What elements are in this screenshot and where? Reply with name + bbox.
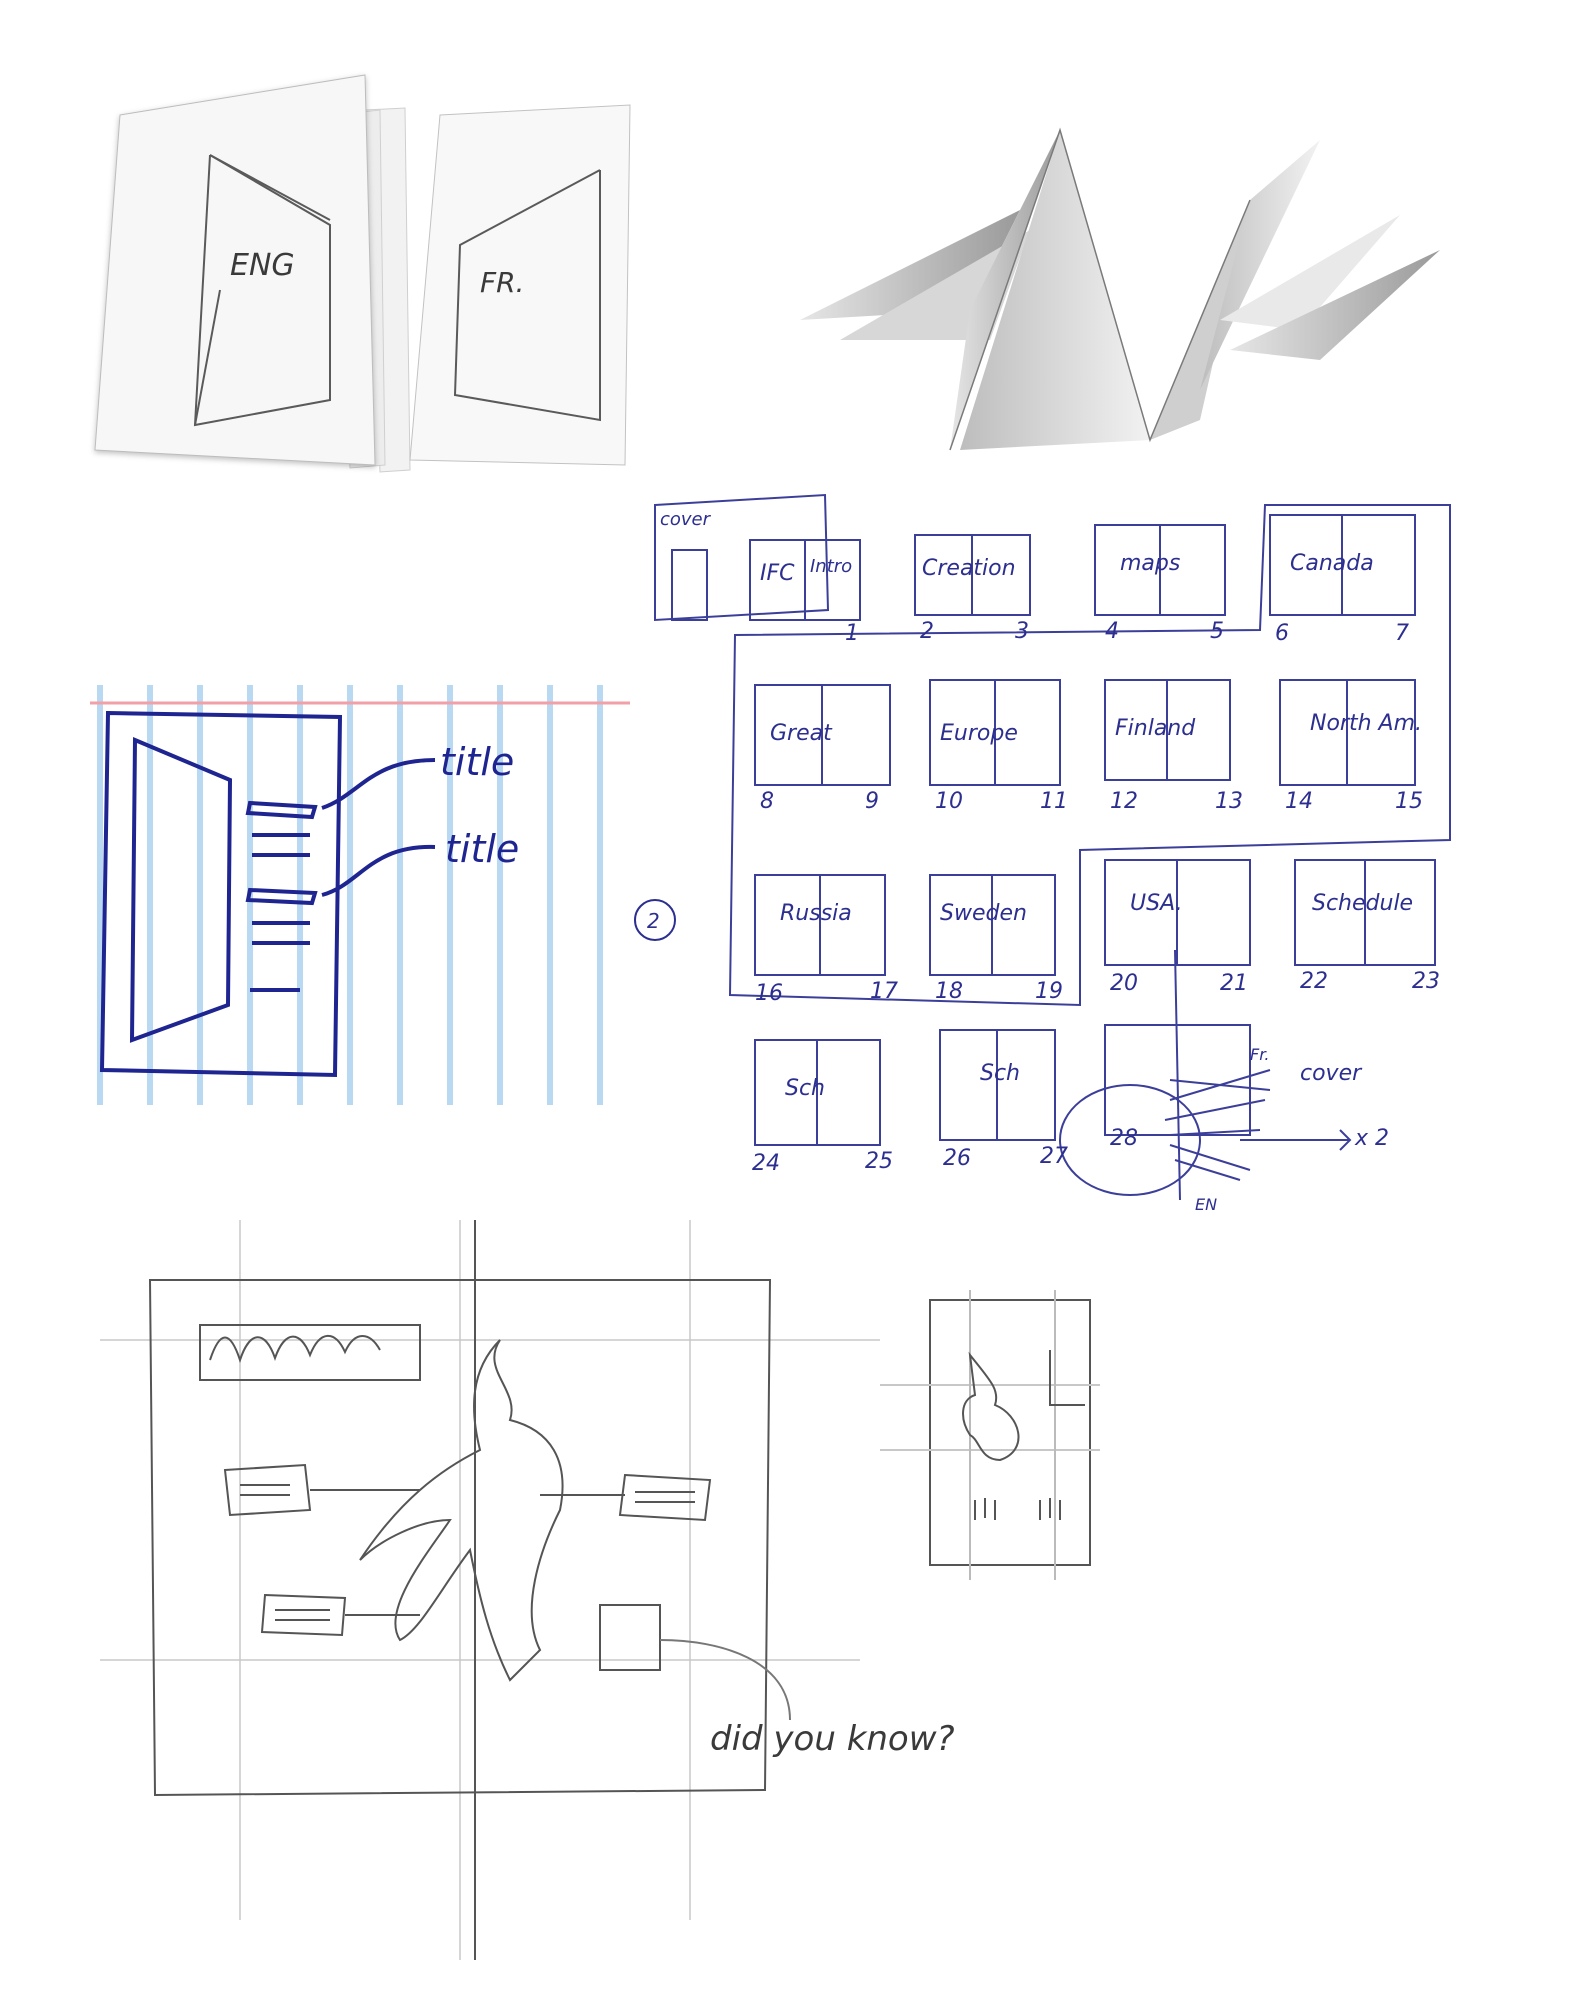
- svg-text:x 2: x 2: [1354, 1126, 1389, 1151]
- svg-text:IFC: IFC: [760, 561, 795, 586]
- svg-text:16: 16: [755, 981, 783, 1006]
- title-callout-2: title: [445, 827, 519, 871]
- svg-text:Fr.: Fr.: [1250, 1045, 1269, 1064]
- svg-text:24: 24: [752, 1151, 780, 1176]
- svg-text:4: 4: [1105, 619, 1119, 644]
- svg-text:1: 1: [845, 621, 859, 646]
- svg-text:Europe: Europe: [940, 721, 1018, 746]
- svg-text:10: 10: [935, 789, 963, 814]
- svg-text:5: 5: [1210, 619, 1224, 644]
- svg-text:Sweden: Sweden: [940, 901, 1027, 926]
- svg-text:Finland: Finland: [1115, 716, 1196, 741]
- svg-text:15: 15: [1395, 789, 1423, 814]
- bilingual-booklet-photo: ENG FR.: [80, 70, 710, 490]
- svg-text:3: 3: [1015, 619, 1029, 644]
- svg-text:Canada: Canada: [1290, 551, 1374, 576]
- svg-text:cover: cover: [1300, 1061, 1363, 1086]
- svg-text:20: 20: [1110, 971, 1138, 996]
- svg-text:26: 26: [943, 1146, 971, 1171]
- svg-text:maps: maps: [1120, 551, 1180, 576]
- svg-text:cover: cover: [660, 509, 712, 530]
- svg-text:Sch: Sch: [785, 1076, 825, 1101]
- svg-text:Schedule: Schedule: [1312, 891, 1413, 916]
- svg-text:13: 13: [1215, 789, 1243, 814]
- title-callout-1: title: [440, 740, 514, 784]
- svg-text:21: 21: [1220, 971, 1248, 996]
- svg-text:EN: EN: [1195, 1195, 1217, 1214]
- layout-sketch-lined-paper: title title: [90, 685, 630, 1105]
- svg-text:Creation: Creation: [922, 556, 1016, 581]
- svg-text:27: 27: [1040, 1144, 1068, 1169]
- svg-text:14: 14: [1285, 789, 1313, 814]
- spread-pencil-sketch: did you know?: [100, 1220, 1100, 1960]
- did-you-know-annotation: did you know?: [710, 1719, 955, 1759]
- svg-text:7: 7: [1395, 621, 1409, 646]
- svg-text:12: 12: [1110, 789, 1138, 814]
- svg-text:8: 8: [760, 789, 774, 814]
- svg-text:North Am.: North Am.: [1310, 711, 1422, 736]
- svg-text:25: 25: [865, 1149, 893, 1174]
- accordion-fold-photo: [800, 120, 1480, 460]
- svg-text:6: 6: [1275, 621, 1289, 646]
- svg-text:22: 22: [1300, 969, 1328, 994]
- svg-text:11: 11: [1040, 789, 1068, 814]
- svg-text:18: 18: [935, 979, 963, 1004]
- svg-text:17: 17: [870, 979, 898, 1004]
- svg-text:Russia: Russia: [780, 901, 852, 926]
- svg-text:2: 2: [920, 619, 934, 644]
- svg-text:Sch: Sch: [980, 1061, 1020, 1086]
- svg-text:19: 19: [1035, 979, 1063, 1004]
- svg-text:USA.: USA.: [1130, 891, 1183, 916]
- svg-text:Intro: Intro: [810, 556, 852, 577]
- svg-text:23: 23: [1412, 969, 1440, 994]
- svg-text:Great: Great: [770, 721, 833, 746]
- svg-text:9: 9: [865, 789, 879, 814]
- eng-label: ENG: [230, 248, 295, 283]
- flatplan-sketch: cover IFC Intro 1 Creation 2 3 maps 4 5 …: [650, 480, 1550, 1220]
- svg-text:28: 28: [1110, 1126, 1138, 1151]
- fr-label: FR.: [480, 266, 524, 299]
